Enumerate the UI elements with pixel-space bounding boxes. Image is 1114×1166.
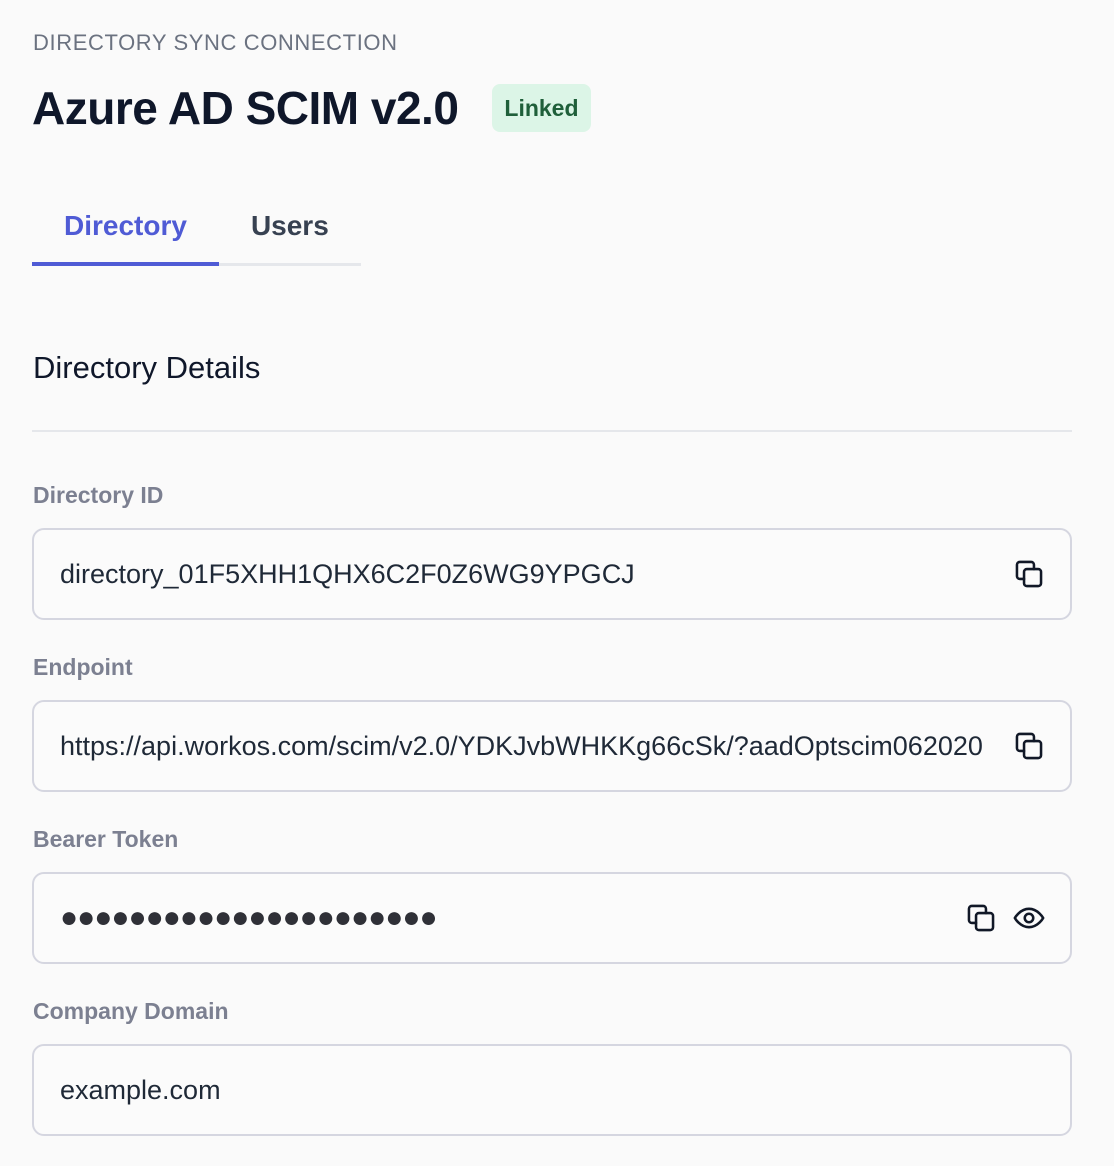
copy-icon: [1015, 560, 1043, 588]
page-eyebrow: DIRECTORY SYNC CONNECTION: [33, 30, 398, 55]
endpoint-field[interactable]: https://api.workos.com/scim/v2.0/YDKJvbW…: [32, 700, 1072, 792]
tab-bar: Directory Users: [32, 190, 361, 266]
directory-id-label: Directory ID: [33, 482, 164, 508]
company-domain-label: Company Domain: [33, 998, 229, 1024]
company-domain-field[interactable]: example.com: [32, 1044, 1072, 1136]
endpoint-actions: [1012, 729, 1046, 763]
status-badge: Linked: [492, 84, 591, 132]
company-domain-value[interactable]: example.com: [60, 1075, 1046, 1106]
copy-icon: [967, 904, 995, 932]
bearer-token-field[interactable]: ●●●●●●●●●●●●●●●●●●●●●●: [32, 872, 1072, 964]
endpoint-label: Endpoint: [33, 654, 133, 680]
directory-id-field[interactable]: directory_01F5XHH1QHX6C2F0Z6WG9YPGCJ: [32, 528, 1072, 620]
section-divider: [32, 430, 1072, 432]
bearer-token-label: Bearer Token: [33, 826, 179, 852]
directory-sync-page: DIRECTORY SYNC CONNECTION Azure AD SCIM …: [0, 0, 1114, 1166]
directory-id-actions: [1012, 557, 1046, 591]
bearer-token-actions: [964, 901, 1046, 935]
copy-bearer-token-button[interactable]: [964, 901, 998, 935]
endpoint-value[interactable]: https://api.workos.com/scim/v2.0/YDKJvbW…: [60, 731, 1046, 762]
eye-icon: [1013, 907, 1045, 929]
section-title: Directory Details: [33, 350, 261, 385]
tab-directory[interactable]: Directory: [32, 190, 219, 266]
copy-icon: [1015, 732, 1043, 760]
tab-users[interactable]: Users: [219, 190, 361, 263]
copy-directory-id-button[interactable]: [1012, 557, 1046, 591]
directory-id-value[interactable]: directory_01F5XHH1QHX6C2F0Z6WG9YPGCJ: [60, 559, 1012, 590]
page-title: Azure AD SCIM v2.0: [32, 82, 459, 134]
copy-endpoint-button[interactable]: [1012, 729, 1046, 763]
bearer-token-value[interactable]: ●●●●●●●●●●●●●●●●●●●●●●: [60, 901, 964, 935]
title-row: Azure AD SCIM v2.0 Linked: [32, 80, 591, 136]
reveal-bearer-token-button[interactable]: [1012, 901, 1046, 935]
